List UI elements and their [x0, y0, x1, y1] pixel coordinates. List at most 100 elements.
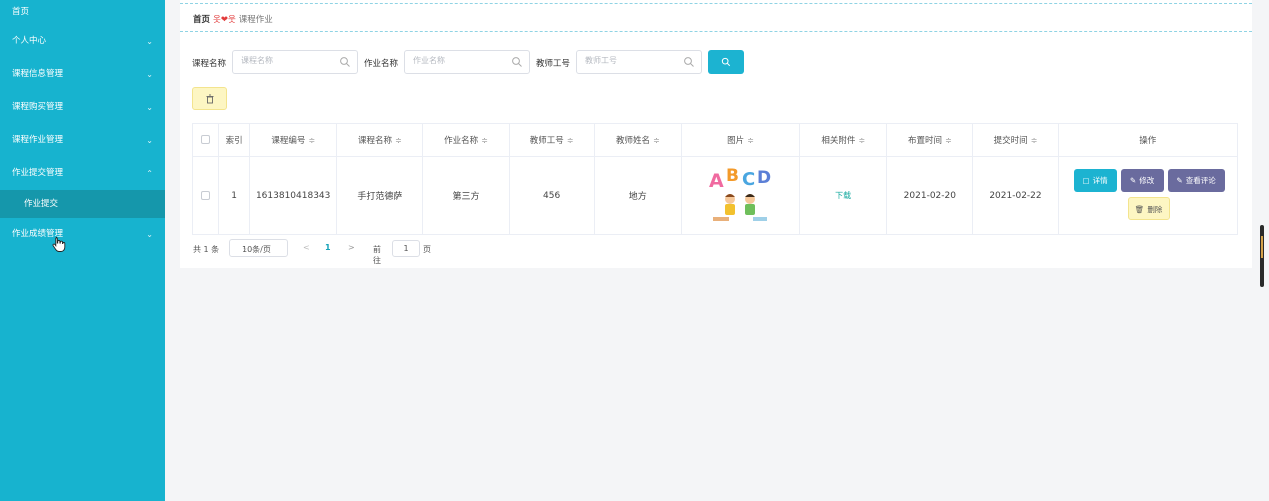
hand-cursor-icon — [52, 237, 66, 252]
teacher-id-field[interactable] — [576, 50, 702, 74]
search-icon — [512, 57, 522, 67]
sidebar-item-course-purchase[interactable]: 课程购买管理 ⌄ — [0, 91, 165, 124]
chevron-down-icon: ⌄ — [146, 70, 153, 79]
delete-button[interactable]: 🗑 删除 — [1127, 197, 1170, 220]
column-header[interactable]: 相关附件 ≑ — [799, 123, 888, 157]
view-comments-button[interactable]: ✎ 查看评论 — [1167, 169, 1225, 192]
sort-icon[interactable]: ≑ — [653, 136, 660, 145]
image-cell: A B C D — [680, 156, 801, 235]
column-header[interactable]: 图片 ≑ — [680, 123, 801, 157]
teacher-id-input[interactable] — [585, 56, 675, 65]
sidebar-item-homework-grades[interactable]: 作业成绩管理 ⌄ — [0, 218, 165, 251]
action-buttons: ▢ 详情 ✎ 修改 ✎ 查看评论 🗑 删除 — [1059, 157, 1237, 234]
actions-cell: ▢ 详情 ✎ 修改 ✎ 查看评论 🗑 删除 — [1057, 156, 1239, 235]
sort-icon[interactable]: ≑ — [481, 136, 488, 145]
search-icon — [721, 57, 731, 67]
sidebar-item-label: 课程作业管理 — [12, 135, 64, 145]
sort-icon[interactable]: ≑ — [945, 136, 952, 145]
select-all-cell[interactable] — [191, 123, 220, 157]
index-cell: 1 — [218, 156, 251, 235]
homework-name-input[interactable] — [413, 56, 503, 65]
search-icon — [340, 57, 350, 67]
sidebar-subitem-homework-submit[interactable]: 作业提交 — [0, 190, 165, 218]
next-page-button[interactable]: > — [348, 243, 355, 252]
course-name-cell: 手打范德萨 — [336, 156, 424, 235]
chevron-down-icon: ⌄ — [146, 136, 153, 145]
row-select-cell[interactable] — [191, 156, 220, 235]
page-number-current[interactable]: 1 — [325, 243, 331, 252]
goto-label: 前往 — [373, 245, 381, 265]
sort-icon[interactable]: ≑ — [395, 136, 402, 145]
edit-icon: ✎ — [1176, 176, 1183, 185]
column-header[interactable]: 提交时间 ≑ — [972, 123, 1059, 157]
teacher-id-cell: 456 — [508, 156, 595, 235]
homework-thumbnail[interactable]: A B C D — [705, 163, 775, 225]
search-icon — [684, 57, 694, 67]
submit-time-cell: 2021-02-22 — [972, 156, 1059, 235]
teacher-id-label: 教师工号 — [536, 59, 571, 69]
course-no-cell: 1613810418343 — [249, 156, 338, 235]
detail-button[interactable]: ▢ 详情 — [1073, 169, 1117, 192]
chevron-down-icon: ⌄ — [146, 230, 153, 239]
course-name-field[interactable] — [232, 50, 358, 74]
course-name-input[interactable] — [241, 56, 331, 65]
sidebar-item-label: 课程信息管理 — [12, 69, 64, 79]
homework-name-label: 作业名称 — [364, 59, 399, 69]
download-link[interactable]: 下载 — [835, 191, 851, 200]
column-header[interactable]: 作业名称 ≑ — [422, 123, 510, 157]
teacher-name-cell: 地方 — [593, 156, 682, 235]
row-checkbox[interactable] — [201, 190, 211, 200]
thumbnail-letter: B — [726, 166, 739, 186]
sidebar-item-course-info[interactable]: 课程信息管理 ⌄ — [0, 58, 165, 91]
edit-button[interactable]: ✎ 修改 — [1120, 169, 1164, 192]
batch-delete-button[interactable] — [192, 87, 227, 110]
column-header[interactable]: 布置时间 ≑ — [886, 123, 974, 157]
sidebar-item-homework-submit[interactable]: 作业提交管理 ⌃ — [0, 157, 165, 190]
sidebar-item-label: 个人中心 — [12, 36, 47, 46]
sort-icon[interactable]: ≑ — [858, 136, 865, 145]
course-name-label: 课程名称 — [192, 59, 227, 69]
trash-icon: 🗑 — [1134, 205, 1145, 214]
thumbnail-letter: C — [742, 169, 755, 190]
attachment-cell: 下载 — [799, 156, 888, 235]
goto-page-input[interactable]: 1 — [392, 240, 420, 257]
breadcrumb: 首页 옷❤웃 课程作业 — [193, 13, 273, 25]
sort-icon[interactable]: ≑ — [1031, 136, 1038, 145]
sort-icon[interactable]: ≑ — [308, 136, 315, 145]
sort-icon[interactable]: ≑ — [567, 136, 574, 145]
sidebar-item-home[interactable]: 首页 — [0, 0, 165, 25]
chevron-up-icon: ⌃ — [146, 169, 153, 178]
breadcrumb-separator: 옷❤웃 — [213, 15, 236, 25]
sidebar-item-personal-center[interactable]: 个人中心 ⌄ — [0, 25, 165, 58]
search-button[interactable] — [708, 50, 744, 74]
column-header: 索引 — [218, 123, 251, 157]
thumbnail-letter: A — [709, 170, 724, 192]
table-row: 1 1613810418343 手打范德萨 第三方 456 地方 A B C D — [191, 156, 1239, 235]
sidebar-subitem-label: 作业提交 — [24, 199, 59, 209]
column-header[interactable]: 课程名称 ≑ — [336, 123, 424, 157]
sidebar-item-course-homework[interactable]: 课程作业管理 ⌄ — [0, 124, 165, 157]
column-header: 操作 — [1057, 123, 1239, 157]
breadcrumb-home[interactable]: 首页 — [193, 15, 210, 25]
prev-page-button[interactable]: < — [303, 243, 310, 252]
chevron-down-icon: ⌄ — [146, 103, 153, 112]
chevron-down-icon: ⌄ — [146, 37, 153, 46]
homework-table: 索引 课程编号 ≑ 课程名称 ≑ 作业名称 ≑ 教师工号 ≑ 教师姓名 ≑ 图片 ≑ 相关附… — [191, 123, 1239, 235]
page-size-select[interactable]: 10条/页 ⌄ — [229, 239, 288, 257]
homework-name-field[interactable] — [404, 50, 530, 74]
assigned-time-cell: 2021-02-20 — [886, 156, 974, 235]
column-header[interactable]: 教师姓名 ≑ — [593, 123, 682, 157]
select-all-checkbox[interactable] — [201, 135, 211, 144]
chevron-down-icon: ⌄ — [242, 244, 248, 252]
sort-icon[interactable]: ≑ — [747, 136, 754, 145]
page-unit-label: 页 — [423, 245, 431, 254]
main-panel: 首页옷❤웃课程作业 课程名称 作业名称 教师工号 索引 课程编号≑ 课程名称≑ — [180, 0, 1252, 268]
column-header[interactable]: 教师工号 ≑ — [508, 123, 595, 157]
sidebar: 首页 个人中心 ⌄ 课程信息管理 ⌄ 课程购买管理 ⌄ 课程作业管理 ⌄ 作业提… — [0, 0, 165, 501]
breadcrumb-current: 课程作业 — [238, 15, 273, 25]
column-header[interactable]: 课程编号 ≑ — [249, 123, 338, 157]
detail-icon: ▢ — [1082, 176, 1090, 185]
thumbnail-letter: D — [757, 168, 771, 188]
sidebar-item-label: 课程购买管理 — [12, 102, 64, 112]
sidebar-item-label: 首页 — [12, 7, 30, 17]
